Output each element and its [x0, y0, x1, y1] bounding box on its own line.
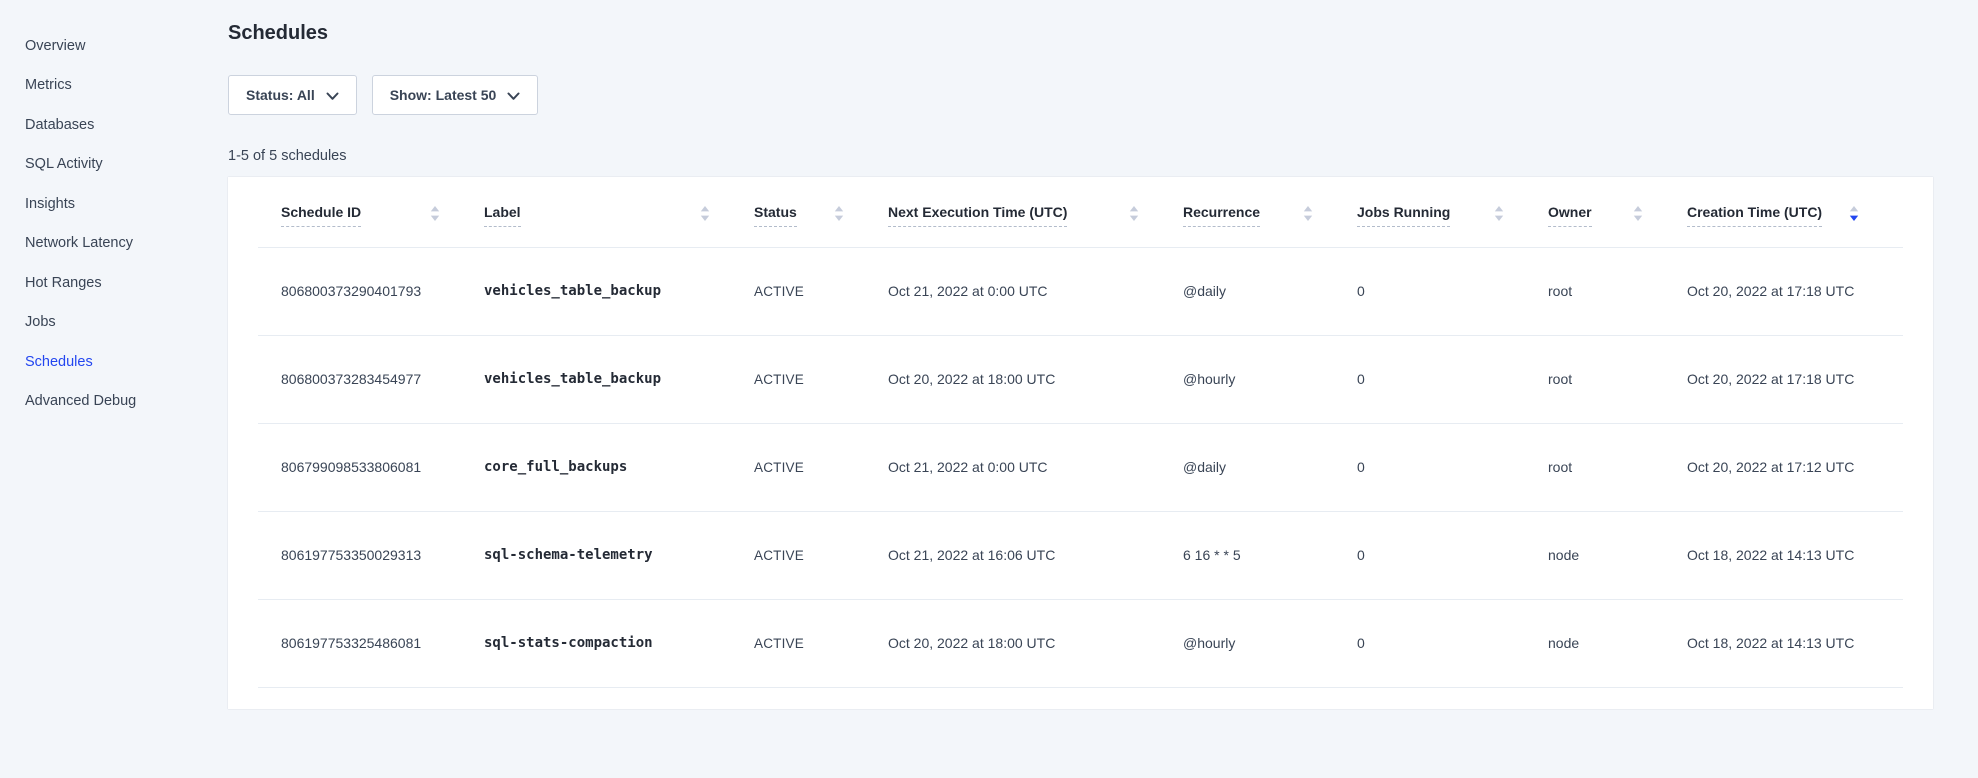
cell-status: ACTIVE: [754, 335, 888, 423]
cell-schedule-id: 806799098533806081: [258, 423, 484, 511]
column-label[interactable]: Schedule ID: [281, 204, 361, 227]
table-row: 806799098533806081 core_full_backups ACT…: [258, 423, 1903, 511]
sidebar-item-jobs[interactable]: Jobs: [25, 303, 215, 343]
status-filter-dropdown[interactable]: Status: All: [228, 75, 357, 115]
chevron-down-icon: [326, 92, 339, 101]
sort-icon[interactable]: [1303, 206, 1313, 226]
cell-jobs-running: 0: [1357, 247, 1548, 335]
sort-icon[interactable]: [700, 206, 710, 226]
cell-next-execution: Oct 21, 2022 at 16:06 UTC: [888, 511, 1183, 599]
show-filter-label: Show: Latest 50: [390, 87, 497, 103]
cell-jobs-running: 0: [1357, 335, 1548, 423]
cell-schedule-id: 806197753325486081: [258, 599, 484, 687]
results-count: 1-5 of 5 schedules: [228, 148, 1933, 164]
sidebar-item-insights[interactable]: Insights: [25, 184, 215, 224]
cell-schedule-id: 806800373290401793: [258, 247, 484, 335]
table-row: 806800373290401793 vehicles_table_backup…: [258, 247, 1903, 335]
column-label[interactable]: Status: [754, 204, 797, 227]
sidebar-item-network-latency[interactable]: Network Latency: [25, 224, 215, 264]
cell-owner: root: [1548, 247, 1687, 335]
column-header-next-execution-time[interactable]: Next Execution Time (UTC): [888, 177, 1183, 247]
cell-label: vehicles_table_backup: [484, 335, 754, 423]
column-header-jobs-running[interactable]: Jobs Running: [1357, 177, 1548, 247]
cell-recurrence: 6 16 * * 5: [1183, 511, 1357, 599]
sidebar: Overview Metrics Databases SQL Activity …: [0, 0, 215, 778]
sort-desc-icon[interactable]: [1849, 206, 1859, 226]
column-label[interactable]: Jobs Running: [1357, 204, 1450, 227]
column-header-status[interactable]: Status: [754, 177, 888, 247]
sort-icon[interactable]: [430, 206, 440, 226]
column-header-recurrence[interactable]: Recurrence: [1183, 177, 1357, 247]
cell-recurrence: @hourly: [1183, 599, 1357, 687]
sidebar-item-schedules[interactable]: Schedules: [25, 342, 215, 382]
cell-jobs-running: 0: [1357, 511, 1548, 599]
cell-owner: root: [1548, 335, 1687, 423]
cell-label: core_full_backups: [484, 423, 754, 511]
cell-next-execution: Oct 21, 2022 at 0:00 UTC: [888, 423, 1183, 511]
cell-schedule-id: 806197753350029313: [258, 511, 484, 599]
table-row: 806197753325486081 sql-stats-compaction …: [258, 599, 1903, 687]
table-header-row: Schedule ID Label Status Next Execution …: [258, 177, 1903, 247]
cell-creation-time: Oct 20, 2022 at 17:12 UTC: [1687, 423, 1903, 511]
main-content: Schedules Status: All Show: Latest 50 1-…: [228, 0, 1933, 709]
column-header-label[interactable]: Label: [484, 177, 754, 247]
cell-creation-time: Oct 20, 2022 at 17:18 UTC: [1687, 335, 1903, 423]
show-filter-dropdown[interactable]: Show: Latest 50: [372, 75, 539, 115]
sort-icon[interactable]: [1494, 206, 1504, 226]
cell-label: vehicles_table_backup: [484, 247, 754, 335]
column-label[interactable]: Owner: [1548, 204, 1592, 227]
cell-recurrence: @hourly: [1183, 335, 1357, 423]
column-label[interactable]: Recurrence: [1183, 204, 1260, 227]
sort-icon[interactable]: [834, 206, 844, 226]
sidebar-item-hot-ranges[interactable]: Hot Ranges: [25, 263, 215, 303]
cell-jobs-running: 0: [1357, 423, 1548, 511]
column-label[interactable]: Next Execution Time (UTC): [888, 204, 1067, 227]
cell-owner: node: [1548, 599, 1687, 687]
cell-creation-time: Oct 20, 2022 at 17:18 UTC: [1687, 247, 1903, 335]
table-row: 806197753350029313 sql-schema-telemetry …: [258, 511, 1903, 599]
sort-icon[interactable]: [1129, 206, 1139, 226]
column-header-schedule-id[interactable]: Schedule ID: [258, 177, 484, 247]
sidebar-item-databases[interactable]: Databases: [25, 105, 215, 145]
schedules-table: Schedule ID Label Status Next Execution …: [258, 177, 1903, 688]
sort-icon[interactable]: [1633, 206, 1643, 226]
sidebar-item-overview[interactable]: Overview: [25, 26, 215, 66]
sidebar-item-advanced-debug[interactable]: Advanced Debug: [25, 382, 215, 422]
cell-next-execution: Oct 20, 2022 at 18:00 UTC: [888, 599, 1183, 687]
cell-next-execution: Oct 20, 2022 at 18:00 UTC: [888, 335, 1183, 423]
schedules-table-card: Schedule ID Label Status Next Execution …: [228, 177, 1933, 709]
cell-recurrence: @daily: [1183, 423, 1357, 511]
cell-label: sql-stats-compaction: [484, 599, 754, 687]
cell-schedule-id: 806800373283454977: [258, 335, 484, 423]
table-row: 806800373283454977 vehicles_table_backup…: [258, 335, 1903, 423]
cell-status: ACTIVE: [754, 511, 888, 599]
page-title: Schedules: [228, 22, 1933, 45]
chevron-down-icon: [507, 92, 520, 101]
cell-status: ACTIVE: [754, 247, 888, 335]
cell-next-execution: Oct 21, 2022 at 0:00 UTC: [888, 247, 1183, 335]
column-label[interactable]: Creation Time (UTC): [1687, 204, 1822, 227]
cell-jobs-running: 0: [1357, 599, 1548, 687]
status-filter-label: Status: All: [246, 87, 315, 103]
cell-recurrence: @daily: [1183, 247, 1357, 335]
column-label[interactable]: Label: [484, 204, 521, 227]
cell-owner: root: [1548, 423, 1687, 511]
cell-creation-time: Oct 18, 2022 at 14:13 UTC: [1687, 511, 1903, 599]
cell-creation-time: Oct 18, 2022 at 14:13 UTC: [1687, 599, 1903, 687]
cell-status: ACTIVE: [754, 599, 888, 687]
column-header-creation-time[interactable]: Creation Time (UTC): [1687, 177, 1903, 247]
cell-owner: node: [1548, 511, 1687, 599]
column-header-owner[interactable]: Owner: [1548, 177, 1687, 247]
sidebar-item-metrics[interactable]: Metrics: [25, 66, 215, 106]
filter-bar: Status: All Show: Latest 50: [228, 75, 1933, 115]
sidebar-item-sql-activity[interactable]: SQL Activity: [25, 145, 215, 185]
cell-status: ACTIVE: [754, 423, 888, 511]
cell-label: sql-schema-telemetry: [484, 511, 754, 599]
